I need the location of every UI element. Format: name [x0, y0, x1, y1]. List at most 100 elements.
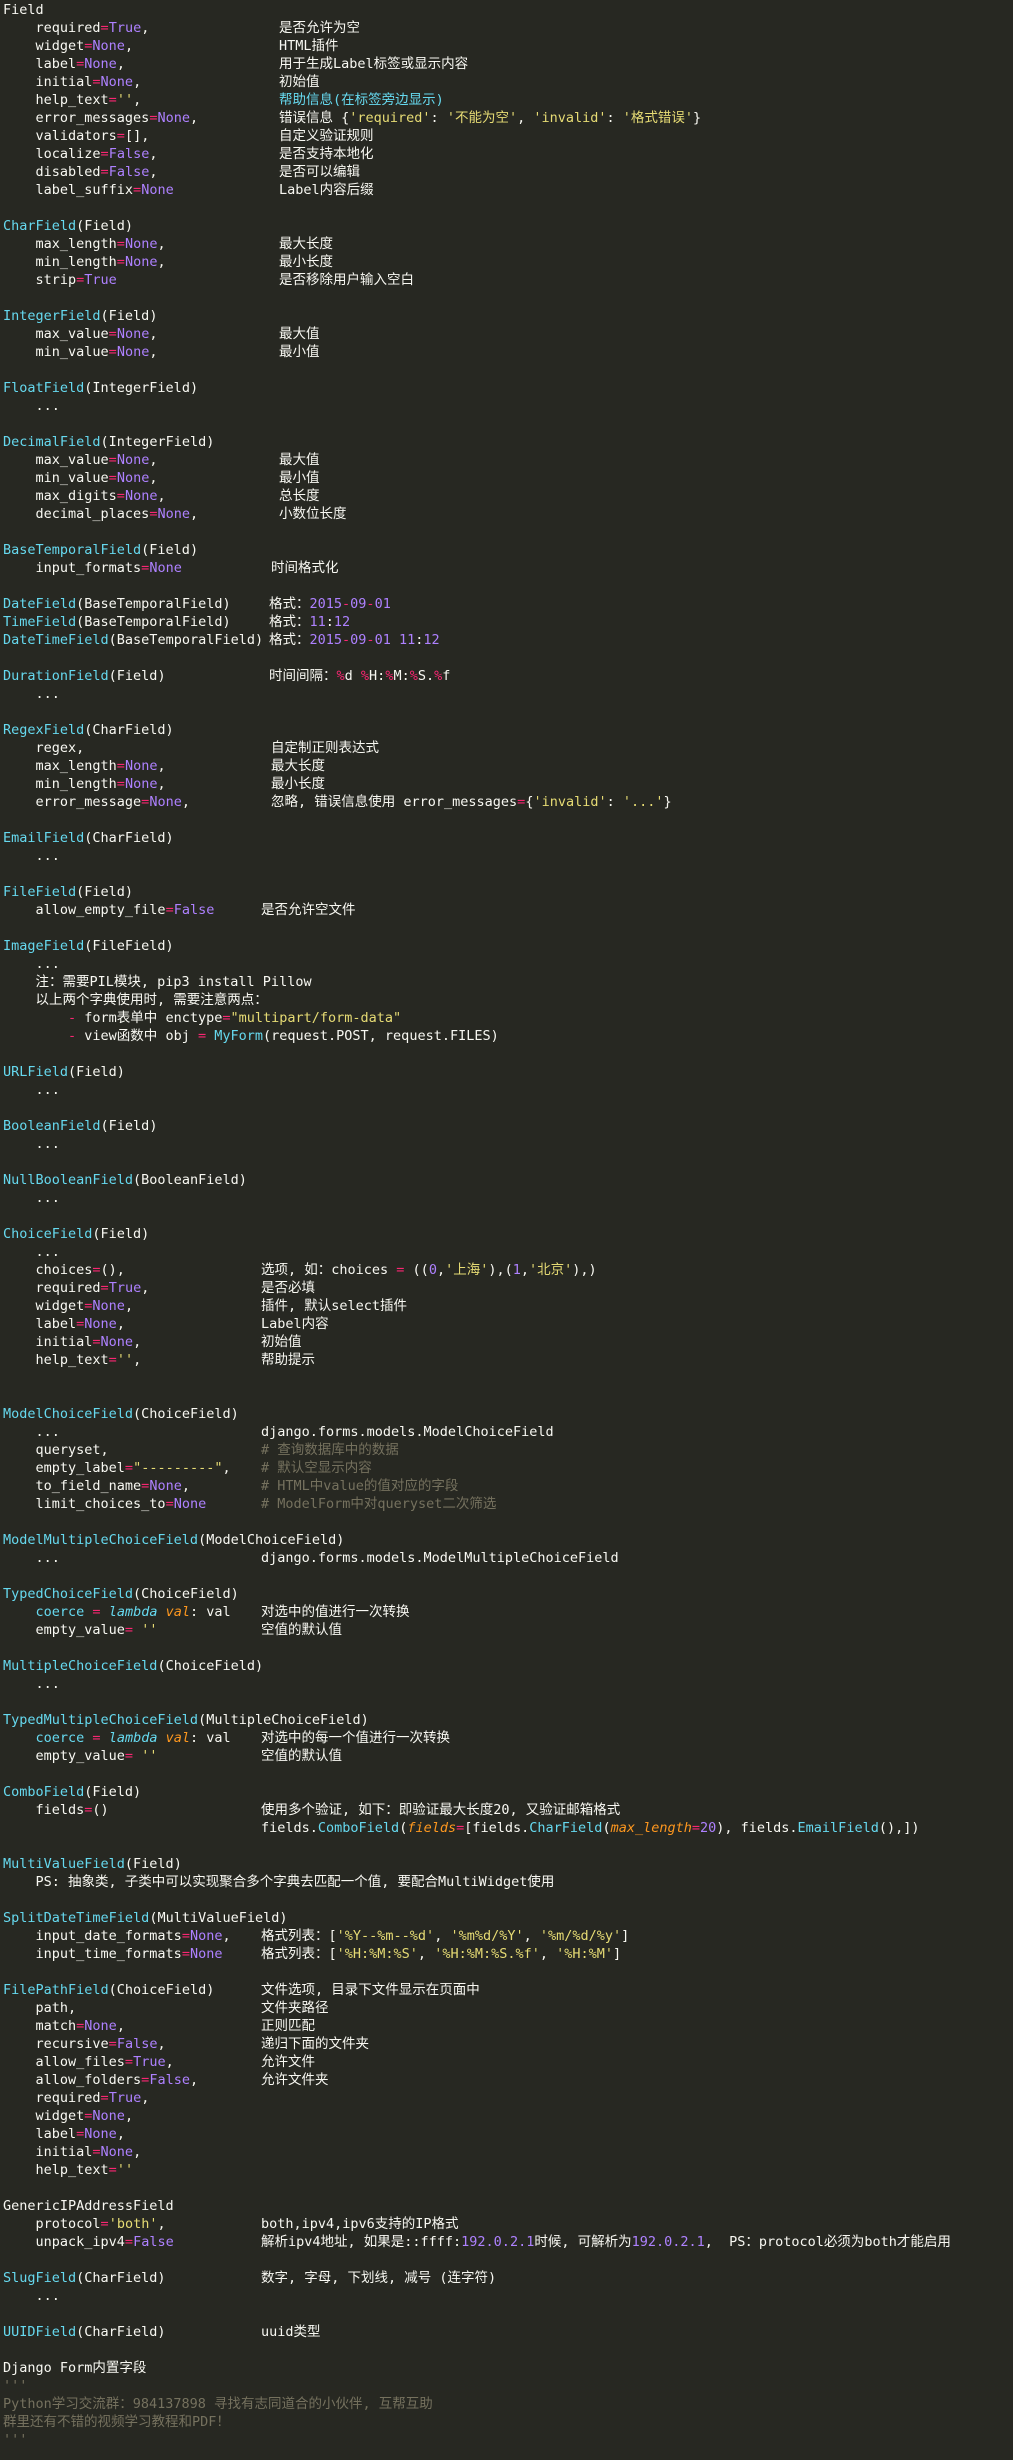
code-token: MyForm [214, 1028, 264, 1044]
code-token: None [149, 794, 182, 810]
code-token: localize [3, 146, 101, 162]
code-token: '北京' [529, 1262, 573, 1278]
code-token: , [133, 1334, 142, 1350]
code-line: required=True, 是否允许为空 [3, 19, 1013, 37]
code-token: input_date_formats [3, 1928, 182, 1944]
code-token: TypedChoiceField [3, 1586, 134, 1602]
code-line: URLField(Field) [3, 1063, 1013, 1081]
code-line: localize=False, 是否支持本地化 [3, 145, 1013, 163]
code-comment-column: 时间间隔：%d %H:%M:%S.%f [269, 667, 450, 685]
code-token: , [133, 74, 142, 90]
code-token: '%m%d/%Y' [450, 1928, 524, 1944]
code-line: MultiValueField(Field) [3, 1855, 1013, 1873]
code-token: (Field) [100, 1118, 158, 1134]
code-comment-column: 最大长度 [279, 236, 333, 252]
code-token: = [100, 164, 109, 180]
code-token: = [108, 344, 117, 360]
code-line: empty_value= '' 空值的默认值 [3, 1621, 1013, 1639]
code-token: allow_folders [3, 2072, 142, 2088]
code-line: IntegerField(Field) [3, 307, 1013, 325]
code-comment-column: 是否支持本地化 [279, 146, 374, 162]
code-token: (Field) [68, 1064, 125, 1080]
code-comment-column: 允许文件夹 [261, 2072, 329, 2088]
code-comment-column: 是否允许空文件 [261, 902, 356, 918]
code-token: '格式错误' [622, 110, 694, 126]
code-line: required=True, [3, 2089, 1013, 2107]
code-token: , [189, 110, 199, 126]
code-token: , [157, 254, 166, 270]
code-token: NullBooleanField [3, 1172, 134, 1188]
code-line: input_date_formats=None, 格式列表：['%Y--%m--%… [3, 1927, 1013, 1945]
code-token: lambda [108, 1604, 158, 1620]
code-line: decimal_places=None, 小数位长度 [3, 505, 1013, 523]
code-comment-column: 小数位长度 [279, 506, 347, 522]
code-line: ... [3, 847, 1013, 865]
code-comment-column: 格式列表：['%Y--%m--%d', '%m%d/%Y', '%m/%d/%y… [261, 1927, 629, 1945]
code-token: ComboField [317, 1820, 400, 1836]
code-token: 0 [428, 1262, 437, 1278]
code-line: Django Form内置字段 [3, 2359, 1013, 2377]
code-token: True [84, 272, 117, 288]
code-line: BooleanField(Field) [3, 1117, 1013, 1135]
code-token: "---------" [133, 1460, 223, 1476]
code-token: ... [3, 398, 60, 414]
code-line: PS: 抽象类, 子类中可以实现聚合多个字典去匹配一个值, 要配合MultiWi… [3, 1873, 1013, 1891]
code-token: None [84, 2018, 117, 2034]
code-token: SlugField [3, 2270, 77, 2286]
code-token: False [108, 146, 150, 162]
code-token: (Field) [76, 218, 134, 234]
code-token: (IntegerField) [100, 434, 215, 450]
code-token: = [100, 20, 109, 36]
code-token: None [124, 254, 158, 270]
code-token: 以上两个字典使用时, 需要注意两点： [3, 992, 268, 1008]
code-token: = [124, 2054, 134, 2070]
code-token: ), fields. [716, 1820, 798, 1836]
code-token: to_field_name [3, 1478, 142, 1494]
code-token: '%H:%M' [556, 1946, 614, 1962]
code-comment-column: 文件夹路径 [261, 2000, 329, 2016]
code-token: None [141, 182, 174, 198]
code-token: 11 [309, 614, 326, 630]
code-line: queryset, # 查询数据库中的数据 [3, 1441, 1013, 1459]
code-token: 格式： [269, 632, 310, 648]
code-token: (CharField) [84, 722, 174, 738]
code-token: f [442, 668, 451, 684]
code-token: = [108, 2036, 117, 2052]
code-comment-column: 允许文件 [261, 2054, 315, 2070]
code-line: fields=() 使用多个验证, 如下：即验证最大长度20, 又验证邮箱格式 [3, 1801, 1013, 1819]
code-token: val [165, 1730, 190, 1746]
code-token: form表单中 enctype [76, 1010, 223, 1026]
code-token: choices [3, 1262, 93, 1278]
code-token: val [165, 1604, 190, 1620]
code-token: = [92, 1730, 101, 1746]
code-token: = [108, 2162, 117, 2178]
code-token: True [108, 2090, 142, 2106]
code-line: widget=None, HTML插件 [3, 37, 1013, 55]
code-line: max_length=None, 最大长度 [3, 235, 1013, 253]
code-token: widget [3, 2108, 85, 2124]
code-line: - view函数中 obj = MyForm(request.POST, req… [3, 1027, 1013, 1045]
code-token: (( [404, 1262, 429, 1278]
code-token: ModelChoiceField [3, 1406, 134, 1422]
code-token: (Field) [108, 668, 166, 684]
code-line: 以上两个字典使用时, 需要注意两点： [3, 991, 1013, 1009]
code-comment-column: 正则匹配 [261, 2018, 315, 2034]
code-token: widget [3, 1298, 85, 1314]
code-comment-column: 对选中的值进行一次转换 [261, 1604, 410, 1620]
code-token: '%m/%d/%y' [539, 1928, 622, 1944]
code-token: 格式列表：[ [261, 1928, 337, 1944]
code-line: DurationField(Field) 时间间隔：%d %H:%M:%S.%f [3, 667, 1013, 685]
code-token: (CharField) [84, 830, 174, 846]
code-comment-column: 帮助信息(在标签旁边显示) [279, 92, 444, 108]
code-line: Python学习交流群：984137898 寻找有志同道合的小伙伴, 互帮互助 [3, 2395, 1013, 2413]
code-token: 09 [350, 632, 367, 648]
code-comment-column: 最大值 [279, 452, 320, 468]
code-token: help_text [3, 92, 109, 108]
code-token: = [116, 488, 125, 504]
code-token: , [149, 470, 158, 486]
